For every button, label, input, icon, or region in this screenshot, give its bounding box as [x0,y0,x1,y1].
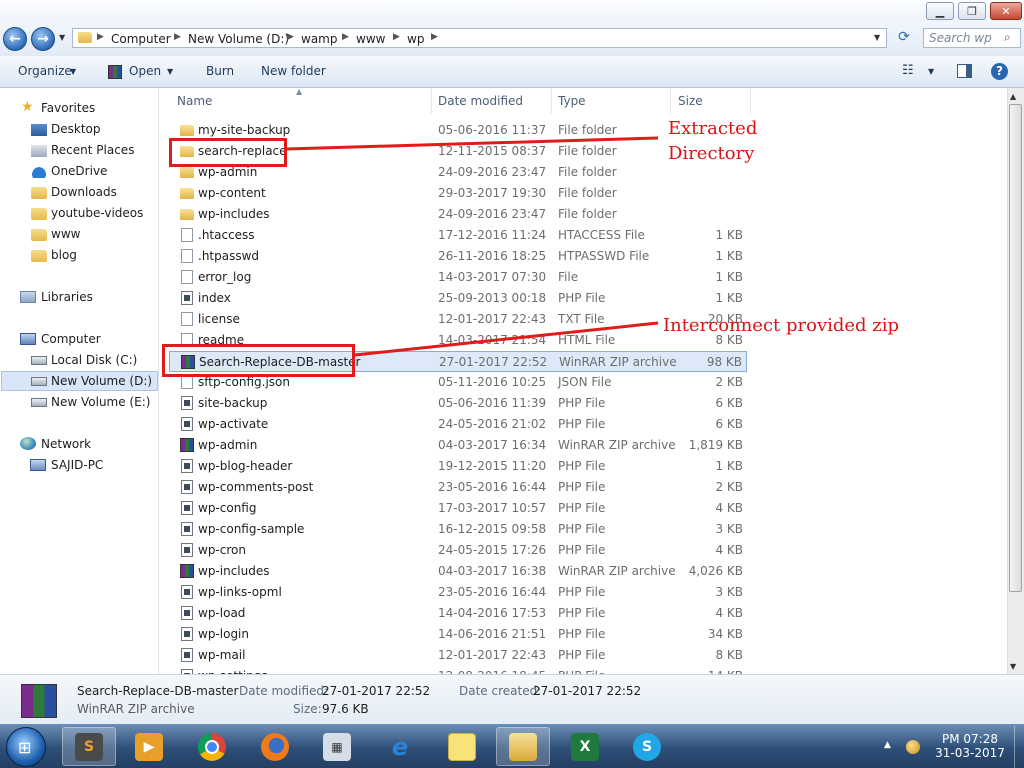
taskbar-media-player[interactable]: ▶ [122,727,176,766]
taskbar-internet-explorer[interactable]: e [373,727,427,766]
annotation-extracted-line1: Extracted [668,118,758,139]
taskbar-skype[interactable]: S [620,727,674,766]
annotation-line-extracted [286,136,659,151]
taskbar-chrome[interactable] [185,727,239,766]
annotation-lines [286,136,659,357]
system-clock[interactable]: PM 07:28 31-03-2017 [930,732,1010,760]
details-created: 27-01-2017 22:52 [533,684,642,698]
firefox-icon [261,732,289,761]
details-modified: 27-01-2017 22:52 [322,684,431,698]
taskbar-sublime[interactable]: S [62,727,116,766]
taskbar-explorer[interactable] [496,727,550,766]
details-pane: Search-Replace-DB-master WinRAR ZIP arch… [0,674,1024,724]
chrome-icon [198,732,226,761]
skype-icon: S [633,732,661,761]
details-name: Search-Replace-DB-master [77,684,239,698]
annotation-line-zip [354,321,659,357]
clock-date: 31-03-2017 [935,746,1005,760]
sticky-notes-icon [448,732,476,761]
taskbar-firefox[interactable] [248,727,302,766]
details-type: WinRAR ZIP archive [77,702,195,716]
winrar-archive-icon [21,684,57,718]
annotation-interconnect: Interconnect provided zip [663,315,900,336]
details-modified-label: Date modified: [239,684,329,698]
windows-logo-icon: ⊞ [18,738,32,757]
show-desktop-button[interactable] [1014,726,1024,768]
taskbar-excel[interactable]: X [558,727,612,766]
taskbar-calculator[interactable]: ▦ [310,727,364,766]
details-created-label: Date created: [459,684,542,698]
annotation-extracted-line2: Directory [668,143,755,164]
sublime-text-icon: S [75,732,103,761]
details-size-label: Size: [293,702,322,716]
excel-icon: X [571,732,599,761]
media-player-icon: ▶ [135,732,163,761]
annotation-extracted: Extracted Directory [668,116,757,166]
explorer-folder-icon [509,732,537,761]
clock-time: PM 07:28 [942,732,998,746]
show-hidden-icons-arrow[interactable]: ▲ [884,740,891,750]
calculator-icon: ▦ [323,732,351,761]
start-button[interactable]: ⊞ [6,727,46,767]
taskbar-sticky-notes[interactable] [435,727,489,766]
internet-explorer-icon: e [391,732,409,761]
network-tray-icon[interactable] [906,740,920,754]
details-size: 97.6 KB [322,702,369,716]
